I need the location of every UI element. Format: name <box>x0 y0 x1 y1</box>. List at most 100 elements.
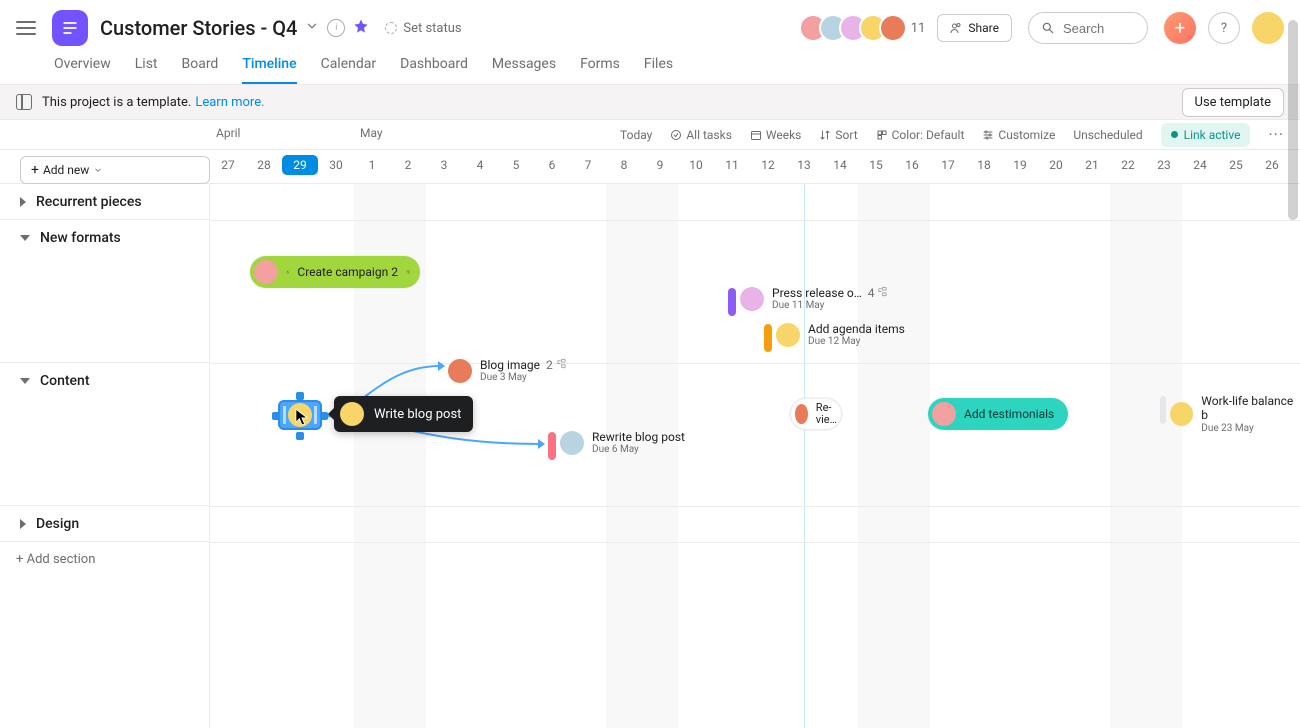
task-blog-image[interactable]: Blog image 2 Due 3 May <box>448 358 567 384</box>
tab-calendar[interactable]: Calendar <box>321 56 377 84</box>
date-cell: 12 <box>750 158 786 172</box>
date-cell: 4 <box>462 158 498 172</box>
month-label-april: April <box>216 126 240 140</box>
task-press-release[interactable]: Press release o… 4 Due 11 May <box>740 286 888 312</box>
task-rewrite-blog[interactable]: Rewrite blog post Due 6 May <box>560 430 685 456</box>
date-cell: 16 <box>894 158 930 172</box>
member-avatars[interactable]: 11 <box>807 14 926 42</box>
link-active-toggle[interactable]: Link active <box>1161 123 1251 147</box>
project-menu-chevron-icon[interactable] <box>305 19 319 37</box>
task-work-life-balance[interactable]: Work-life balance b Due 23 May <box>1170 394 1300 435</box>
tab-overview[interactable]: Overview <box>54 56 111 84</box>
date-cell: 28 <box>246 158 282 172</box>
date-cell: 25 <box>1218 158 1254 172</box>
avatar <box>776 323 800 347</box>
caret-right-icon <box>20 197 26 207</box>
info-icon[interactable]: i <box>327 19 345 37</box>
section-new-formats[interactable]: New formats <box>0 220 209 256</box>
unscheduled-button[interactable]: Unscheduled <box>1073 128 1142 142</box>
avatar <box>795 404 808 424</box>
set-status-button[interactable]: Set status <box>385 21 461 36</box>
resize-handle-icon[interactable] <box>296 392 304 400</box>
section-content[interactable]: Content <box>0 363 209 399</box>
date-cell: 5 <box>498 158 534 172</box>
task-add-testimonials[interactable]: Add testimonials <box>928 398 1068 430</box>
banner-learn-more-link[interactable]: Learn more. <box>195 95 264 110</box>
current-user-avatar[interactable] <box>1252 12 1284 44</box>
caret-right-icon <box>20 519 26 529</box>
sort-button[interactable]: Sort <box>819 128 857 142</box>
date-cell: 10 <box>678 158 714 172</box>
project-title: Customer Stories - Q4 <box>100 16 297 40</box>
date-cell: 21 <box>1074 158 1110 172</box>
date-cell: 7 <box>570 158 606 172</box>
date-cell: 30 <box>318 158 354 172</box>
today-button[interactable]: Today <box>620 128 652 142</box>
task-create-campaign[interactable]: Create campaign 2 <box>250 256 420 288</box>
tab-dashboard[interactable]: Dashboard <box>400 56 468 84</box>
date-cell: 1 <box>354 158 390 172</box>
color-button[interactable]: Color: Default <box>876 128 965 142</box>
date-cell: 27 <box>210 158 246 172</box>
template-icon <box>16 94 32 110</box>
date-cell: 9 <box>642 158 678 172</box>
tab-forms[interactable]: Forms <box>580 56 620 84</box>
hamburger-menu-icon[interactable] <box>16 18 36 38</box>
tab-board[interactable]: Board <box>182 56 219 84</box>
resize-handle-icon[interactable] <box>272 412 280 420</box>
all-tasks-filter[interactable]: All tasks <box>670 128 732 142</box>
task-press-release-marker[interactable] <box>728 288 736 316</box>
task-worklife-marker[interactable] <box>1160 396 1166 424</box>
customize-button[interactable]: Customize <box>982 128 1055 142</box>
section-design[interactable]: Design <box>0 506 209 542</box>
avatar <box>448 359 472 383</box>
date-cell: 19 <box>1002 158 1038 172</box>
add-new-button[interactable]: +Add new <box>20 156 210 184</box>
date-axis: 2728293012345678910111213141516171819202… <box>210 150 1300 183</box>
banner-text: This project is a template. <box>42 95 191 110</box>
project-icon <box>52 10 88 46</box>
zoom-weeks[interactable]: Weeks <box>750 128 801 142</box>
tab-timeline[interactable]: Timeline <box>242 56 296 84</box>
task-tooltip: Write blog post <box>334 396 473 432</box>
task-selected-handle[interactable] <box>278 400 322 430</box>
resize-handle-icon[interactable] <box>320 412 328 420</box>
more-options-icon[interactable]: ··· <box>1268 125 1284 144</box>
use-template-button[interactable]: Use template <box>1182 88 1284 117</box>
month-label-may: May <box>360 126 383 140</box>
tab-list[interactable]: List <box>135 56 158 84</box>
date-cell: 8 <box>606 158 642 172</box>
task-rewrite-marker[interactable] <box>548 432 556 460</box>
search-input[interactable] <box>1028 12 1148 44</box>
scrollbar[interactable] <box>1288 20 1298 220</box>
task-add-agenda[interactable]: Add agenda items Due 12 May <box>776 322 905 348</box>
date-cell: 23 <box>1146 158 1182 172</box>
add-section-button[interactable]: + Add section <box>0 542 209 577</box>
date-cell: 29 <box>282 155 318 175</box>
dependency-arrow-icon <box>438 361 445 371</box>
share-button[interactable]: Share <box>937 14 1012 42</box>
global-add-button[interactable]: + <box>1164 12 1196 44</box>
lock-icon <box>286 267 289 277</box>
tab-messages[interactable]: Messages <box>492 56 556 84</box>
date-cell: 13 <box>786 158 822 172</box>
avatar <box>560 431 584 455</box>
search-icon <box>1041 21 1055 35</box>
task-review[interactable]: Re-vie… <box>790 398 842 430</box>
tab-files[interactable]: Files <box>644 56 673 84</box>
resize-handle-icon[interactable] <box>296 432 304 440</box>
date-cell: 11 <box>714 158 750 172</box>
date-cell: 26 <box>1254 158 1290 172</box>
caret-down-icon <box>20 235 30 241</box>
help-button[interactable]: ? <box>1208 12 1240 44</box>
task-agenda-marker[interactable] <box>764 324 772 352</box>
date-cell: 14 <box>822 158 858 172</box>
avatar <box>1170 402 1193 426</box>
subtask-icon <box>556 358 567 369</box>
subtask-icon <box>406 266 410 278</box>
avatar <box>932 402 956 426</box>
avatar <box>288 403 312 427</box>
template-banner: This project is a template. Learn more. … <box>0 84 1300 120</box>
star-icon[interactable] <box>353 18 369 39</box>
section-recurrent[interactable]: Recurrent pieces <box>0 184 209 220</box>
